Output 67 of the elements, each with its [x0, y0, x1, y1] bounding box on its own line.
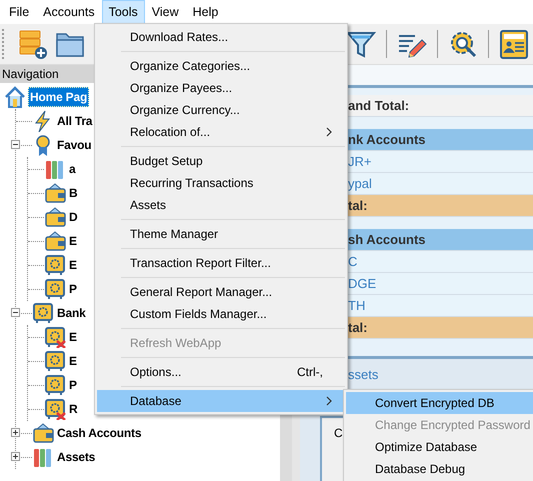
menu-item-label: Optimize Database — [375, 440, 478, 454]
menu-item-label: Recurring Transactions — [130, 176, 254, 190]
menu-item-label: Refresh WebApp — [130, 336, 222, 350]
box-label: C — [333, 425, 344, 442]
menu-item-label: Relocation of... — [130, 125, 210, 139]
menu-item-label: Assets — [130, 198, 166, 212]
collapse-toggle[interactable] — [11, 308, 20, 317]
newspaper-icon[interactable] — [498, 28, 530, 60]
expand-toggle[interactable] — [11, 428, 20, 437]
menu-item-label: Database Debug — [375, 462, 466, 476]
wallet-icon — [32, 422, 54, 444]
expand-toggle[interactable] — [11, 452, 20, 461]
tree-item[interactable]: E — [68, 328, 78, 346]
menu-item[interactable]: Convert Encrypted DB — [346, 392, 533, 414]
menu-item-label: Budget Setup — [130, 154, 203, 168]
menu-item-label: Download Rates... — [130, 30, 228, 44]
tree-item[interactable]: Bank — [56, 304, 87, 322]
menu-item[interactable]: Options... Ctrl-, — [97, 361, 345, 383]
safe-icon — [44, 278, 66, 300]
menu-bar-item[interactable]: View — [144, 0, 186, 24]
menu-item[interactable]: Database Debug — [346, 458, 533, 480]
tree-item[interactable]: Home Pag — [28, 87, 90, 107]
books-icon — [44, 158, 66, 180]
safe-crossed-icon — [44, 326, 66, 348]
tree-item[interactable]: B — [68, 184, 78, 202]
tree-item[interactable]: a — [68, 160, 76, 178]
collapse-toggle[interactable] — [11, 140, 20, 149]
menu-bar-item[interactable]: Accounts — [36, 0, 102, 24]
menu-item-label: Change Encrypted Password — [375, 418, 530, 432]
tree-item[interactable]: All Tra — [56, 112, 94, 130]
tree-item[interactable]: Assets — [56, 448, 96, 466]
tree-item[interactable]: E — [68, 256, 78, 274]
menu-item[interactable]: Database — [97, 390, 345, 412]
menu-item-label: Database — [130, 394, 182, 408]
menu-item-label: Custom Fields Manager... — [130, 307, 267, 321]
menu-item[interactable]: Optimize Database — [346, 436, 533, 458]
tree-item[interactable]: E — [68, 352, 78, 370]
safe-icon — [44, 374, 66, 396]
tree-item[interactable]: D — [68, 208, 78, 226]
books-icon — [32, 446, 54, 468]
menu-item-label: Organize Payees... — [130, 81, 232, 95]
wallet-icon — [44, 230, 66, 252]
menu-item-label: General Report Manager... — [130, 285, 272, 299]
menu-item[interactable]: Download Rates... — [97, 26, 345, 48]
safe-icon — [32, 302, 54, 324]
wallet-icon — [44, 182, 66, 204]
shortcut-label: Ctrl-, — [297, 365, 323, 379]
safe-icon — [44, 350, 66, 372]
menu-bar-item[interactable]: File — [2, 0, 36, 24]
house-icon — [4, 86, 26, 108]
tree-item[interactable]: R — [68, 400, 78, 418]
tree-item[interactable]: P — [68, 280, 78, 298]
tree-item[interactable]: Favou — [56, 136, 92, 154]
tree-item[interactable]: Cash Accounts — [56, 424, 142, 442]
menu-bar-item[interactable]: Tools — [102, 0, 145, 24]
menu-item-label: Theme Manager — [130, 227, 218, 241]
tree-item[interactable]: E — [68, 232, 78, 250]
safe-icon — [44, 254, 66, 276]
menu-item-label: Options... — [130, 365, 182, 379]
database-add-icon[interactable] — [17, 28, 49, 60]
menu-item-label: Convert Encrypted DB — [375, 396, 494, 410]
menu-bar-item[interactable]: Help — [186, 0, 226, 24]
menu-item-label: Organize Currency... — [130, 103, 240, 117]
wallet-icon — [44, 206, 66, 228]
tree-item[interactable]: P — [68, 376, 78, 394]
safe-crossed-icon — [44, 398, 66, 420]
menu-item-label: Transaction Report Filter... — [130, 256, 271, 270]
